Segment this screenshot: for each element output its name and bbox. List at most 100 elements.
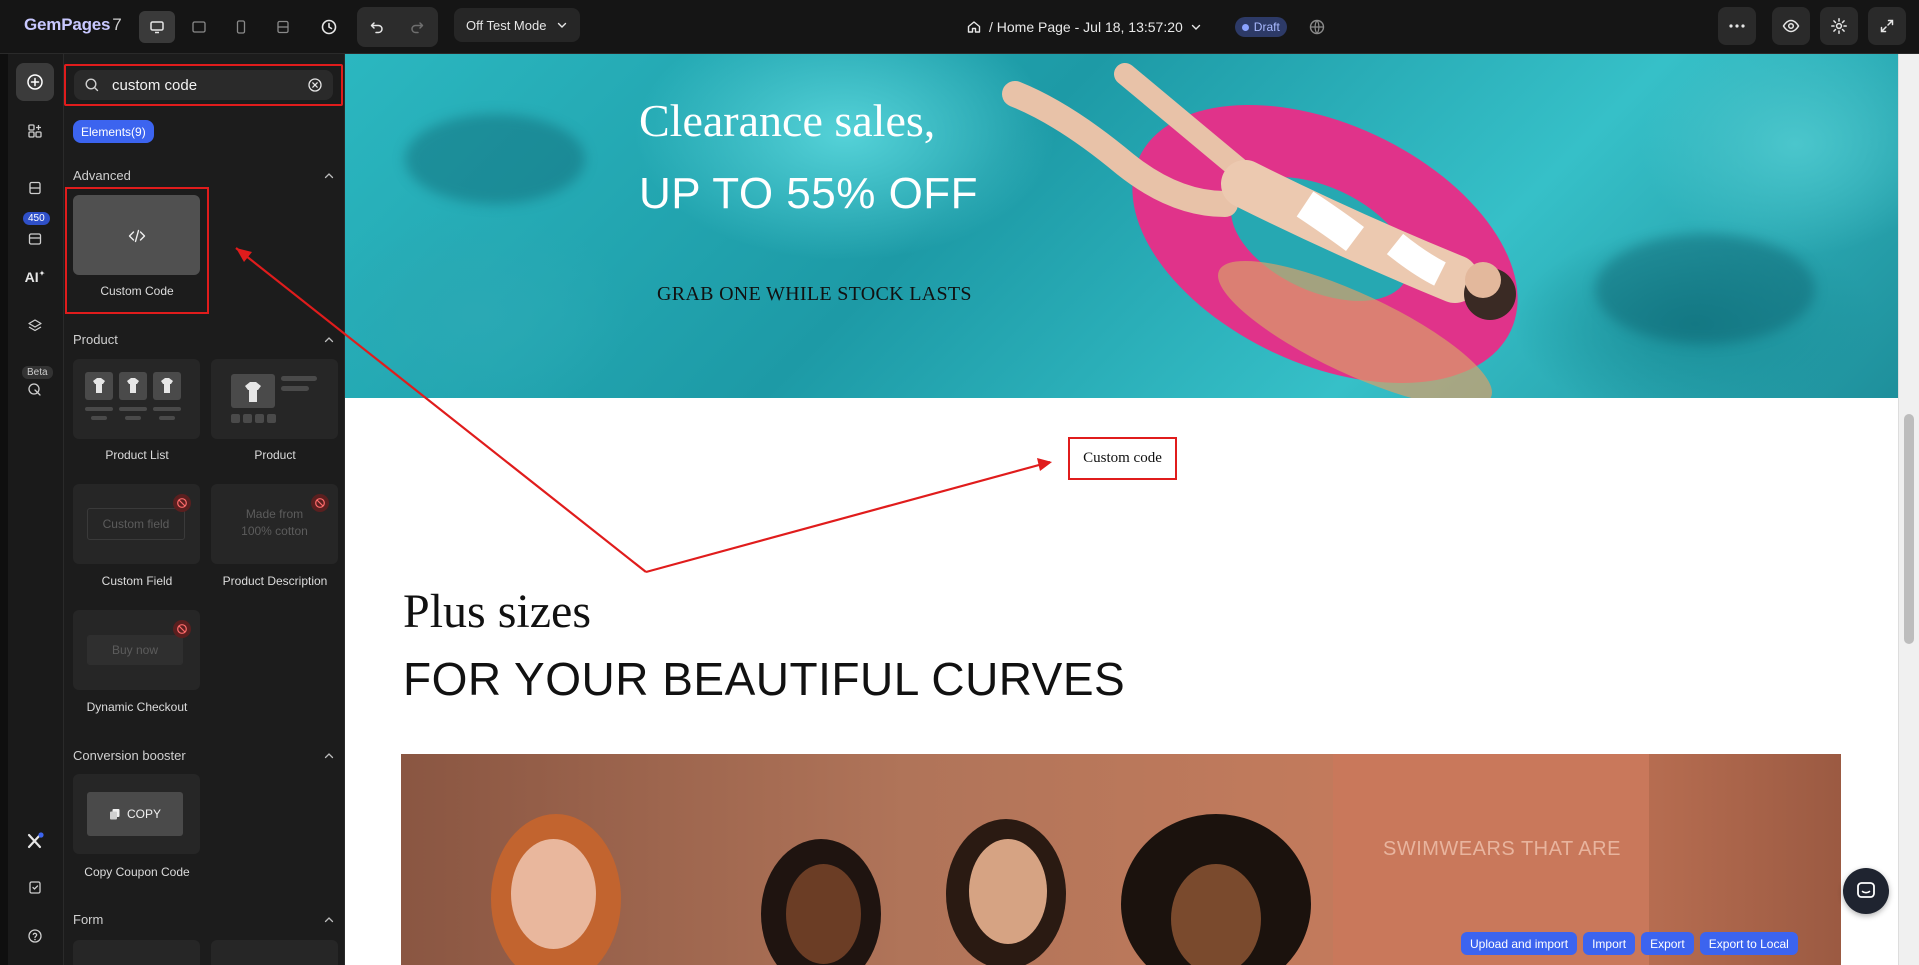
chat-icon	[1857, 882, 1875, 898]
custom-field-preview: Custom field	[87, 508, 185, 540]
section-product-title: Product	[73, 332, 118, 347]
section-advanced-header[interactable]: Advanced	[73, 168, 335, 183]
copy-coupon-element[interactable]: COPY	[73, 774, 200, 854]
custom-field-element[interactable]: Custom field	[73, 484, 200, 564]
apps-button[interactable]	[16, 112, 54, 150]
copy-button-preview: COPY	[87, 792, 183, 836]
templates-button[interactable]	[16, 169, 54, 207]
ai-button[interactable]: AI ✦	[16, 258, 54, 296]
tablet-view-button[interactable]	[181, 11, 217, 43]
model-face	[969, 839, 1047, 944]
export-local-button[interactable]: Export to Local	[1699, 932, 1798, 955]
product-icon	[231, 374, 317, 423]
help-icon	[28, 929, 42, 943]
canvas-scrollbar[interactable]	[1898, 54, 1919, 965]
gear-icon	[1831, 18, 1847, 34]
swimwear-text: SWIMWEARS THAT ARE	[1383, 838, 1621, 860]
section-advanced-title: Advanced	[73, 168, 131, 183]
hero-banner[interactable]: Clearance sales, UP TO 55% OFF GRAB ONE …	[345, 54, 1898, 398]
copy-coupon-label: Copy Coupon Code	[84, 865, 190, 879]
library-button[interactable]	[16, 220, 54, 258]
clear-search-icon[interactable]	[307, 77, 323, 93]
redo-icon	[411, 22, 424, 34]
globe-icon[interactable]	[1308, 18, 1326, 36]
test-mode-dropdown[interactable]: Off Test Mode	[454, 8, 581, 42]
custom-code-element[interactable]	[73, 195, 200, 275]
section-product-header[interactable]: Product	[73, 332, 335, 347]
product-description-element[interactable]: Made from 100% cotton	[211, 484, 338, 564]
section-conversion-header[interactable]: Conversion booster	[73, 748, 335, 763]
form-element-2[interactable]	[211, 940, 338, 965]
product-description-preview-line-2: 100% cotton	[241, 523, 308, 538]
upload-import-label: Upload and import	[1470, 936, 1569, 951]
custom-code-label: Custom Code	[100, 284, 174, 298]
add-elements-button[interactable]	[16, 63, 54, 101]
export-button[interactable]: Export	[1641, 932, 1694, 955]
undo-button[interactable]	[357, 7, 397, 47]
logo-text: GemPages	[24, 15, 111, 34]
custom-code-block[interactable]: Custom code	[1068, 437, 1177, 480]
beta-feature-button[interactable]	[16, 371, 54, 409]
tablet-icon	[192, 21, 206, 33]
upload-import-button[interactable]: Upload and import	[1461, 932, 1578, 955]
product-label: Product	[254, 448, 296, 462]
device-switcher	[139, 11, 301, 43]
history-button[interactable]	[310, 8, 348, 46]
fluid-view-button[interactable]	[265, 11, 301, 43]
plus-sizes-subtitle[interactable]: FOR YOUR BEAUTIFUL CURVES	[403, 652, 1125, 706]
undo-redo-group	[357, 7, 438, 47]
cursor-target-icon	[28, 383, 41, 396]
dynamic-checkout-label: Dynamic Checkout	[86, 700, 188, 714]
unavailable-badge	[173, 494, 191, 512]
pages-icon	[29, 181, 41, 195]
fullscreen-button[interactable]	[1868, 7, 1906, 45]
desktop-view-button[interactable]	[139, 11, 175, 43]
app-root: GemPages 7 Off Test Mode / Home Page - J…	[0, 0, 1919, 965]
plus-circle-icon	[27, 74, 43, 90]
top-toolbar: GemPages 7 Off Test Mode / Home Page - J…	[0, 0, 1919, 54]
plus-sizes-title[interactable]: Plus sizes	[403, 584, 591, 639]
filter-chip-label: Elements(9)	[81, 124, 146, 139]
section-form-header[interactable]: Form	[73, 912, 335, 927]
hero-tagline[interactable]: GRAB ONE WHILE STOCK LASTS	[657, 283, 972, 306]
section-form-title: Form	[73, 912, 104, 927]
home-icon	[967, 21, 981, 33]
mobile-view-button[interactable]	[223, 11, 259, 43]
chat-support-button[interactable]	[1843, 868, 1889, 914]
import-label: Import	[1592, 936, 1627, 951]
rail-edge	[0, 54, 8, 965]
product-list-icon	[85, 372, 181, 420]
product-description-label: Product Description	[222, 574, 328, 588]
help-button[interactable]	[16, 917, 54, 955]
page-selector[interactable]: / Home Page - Jul 18, 13:57:20 Draft	[966, 17, 1326, 37]
layers-button[interactable]	[16, 307, 54, 345]
hero-title[interactable]: Clearance sales,	[639, 94, 935, 147]
hero-subtitle[interactable]: UP TO 55% OFF	[639, 169, 978, 219]
export-local-label: Export to Local	[1708, 936, 1789, 951]
chevron-up-icon	[324, 336, 334, 342]
import-button[interactable]: Import	[1583, 932, 1636, 955]
dynamic-checkout-element[interactable]: Buy now	[73, 610, 200, 690]
product-element[interactable]	[211, 359, 338, 439]
product-list-label: Product List	[105, 448, 169, 462]
tasks-button[interactable]	[16, 868, 54, 906]
more-options-button[interactable]	[1718, 7, 1756, 45]
integrations-button[interactable]	[16, 822, 54, 860]
section-conversion-title: Conversion booster	[73, 748, 186, 763]
test-mode-label: Off Test Mode	[466, 17, 547, 33]
search-icon	[85, 78, 99, 92]
form-element-1[interactable]	[73, 940, 200, 965]
fluid-layout-icon	[277, 20, 289, 34]
elements-filter-chip[interactable]: Elements(9)	[73, 120, 154, 143]
product-list-element[interactable]	[73, 359, 200, 439]
search-input[interactable]	[112, 76, 292, 94]
desktop-icon	[150, 21, 164, 34]
preview-button[interactable]	[1772, 7, 1810, 45]
logo-version: 7	[112, 15, 122, 34]
redo-button[interactable]	[397, 7, 437, 47]
status-badge-label: Draft	[1253, 20, 1280, 34]
chevron-down-icon	[1191, 24, 1200, 30]
scrollbar-thumb[interactable]	[1904, 414, 1914, 644]
settings-button[interactable]	[1820, 7, 1858, 45]
copy-icon	[109, 809, 120, 820]
